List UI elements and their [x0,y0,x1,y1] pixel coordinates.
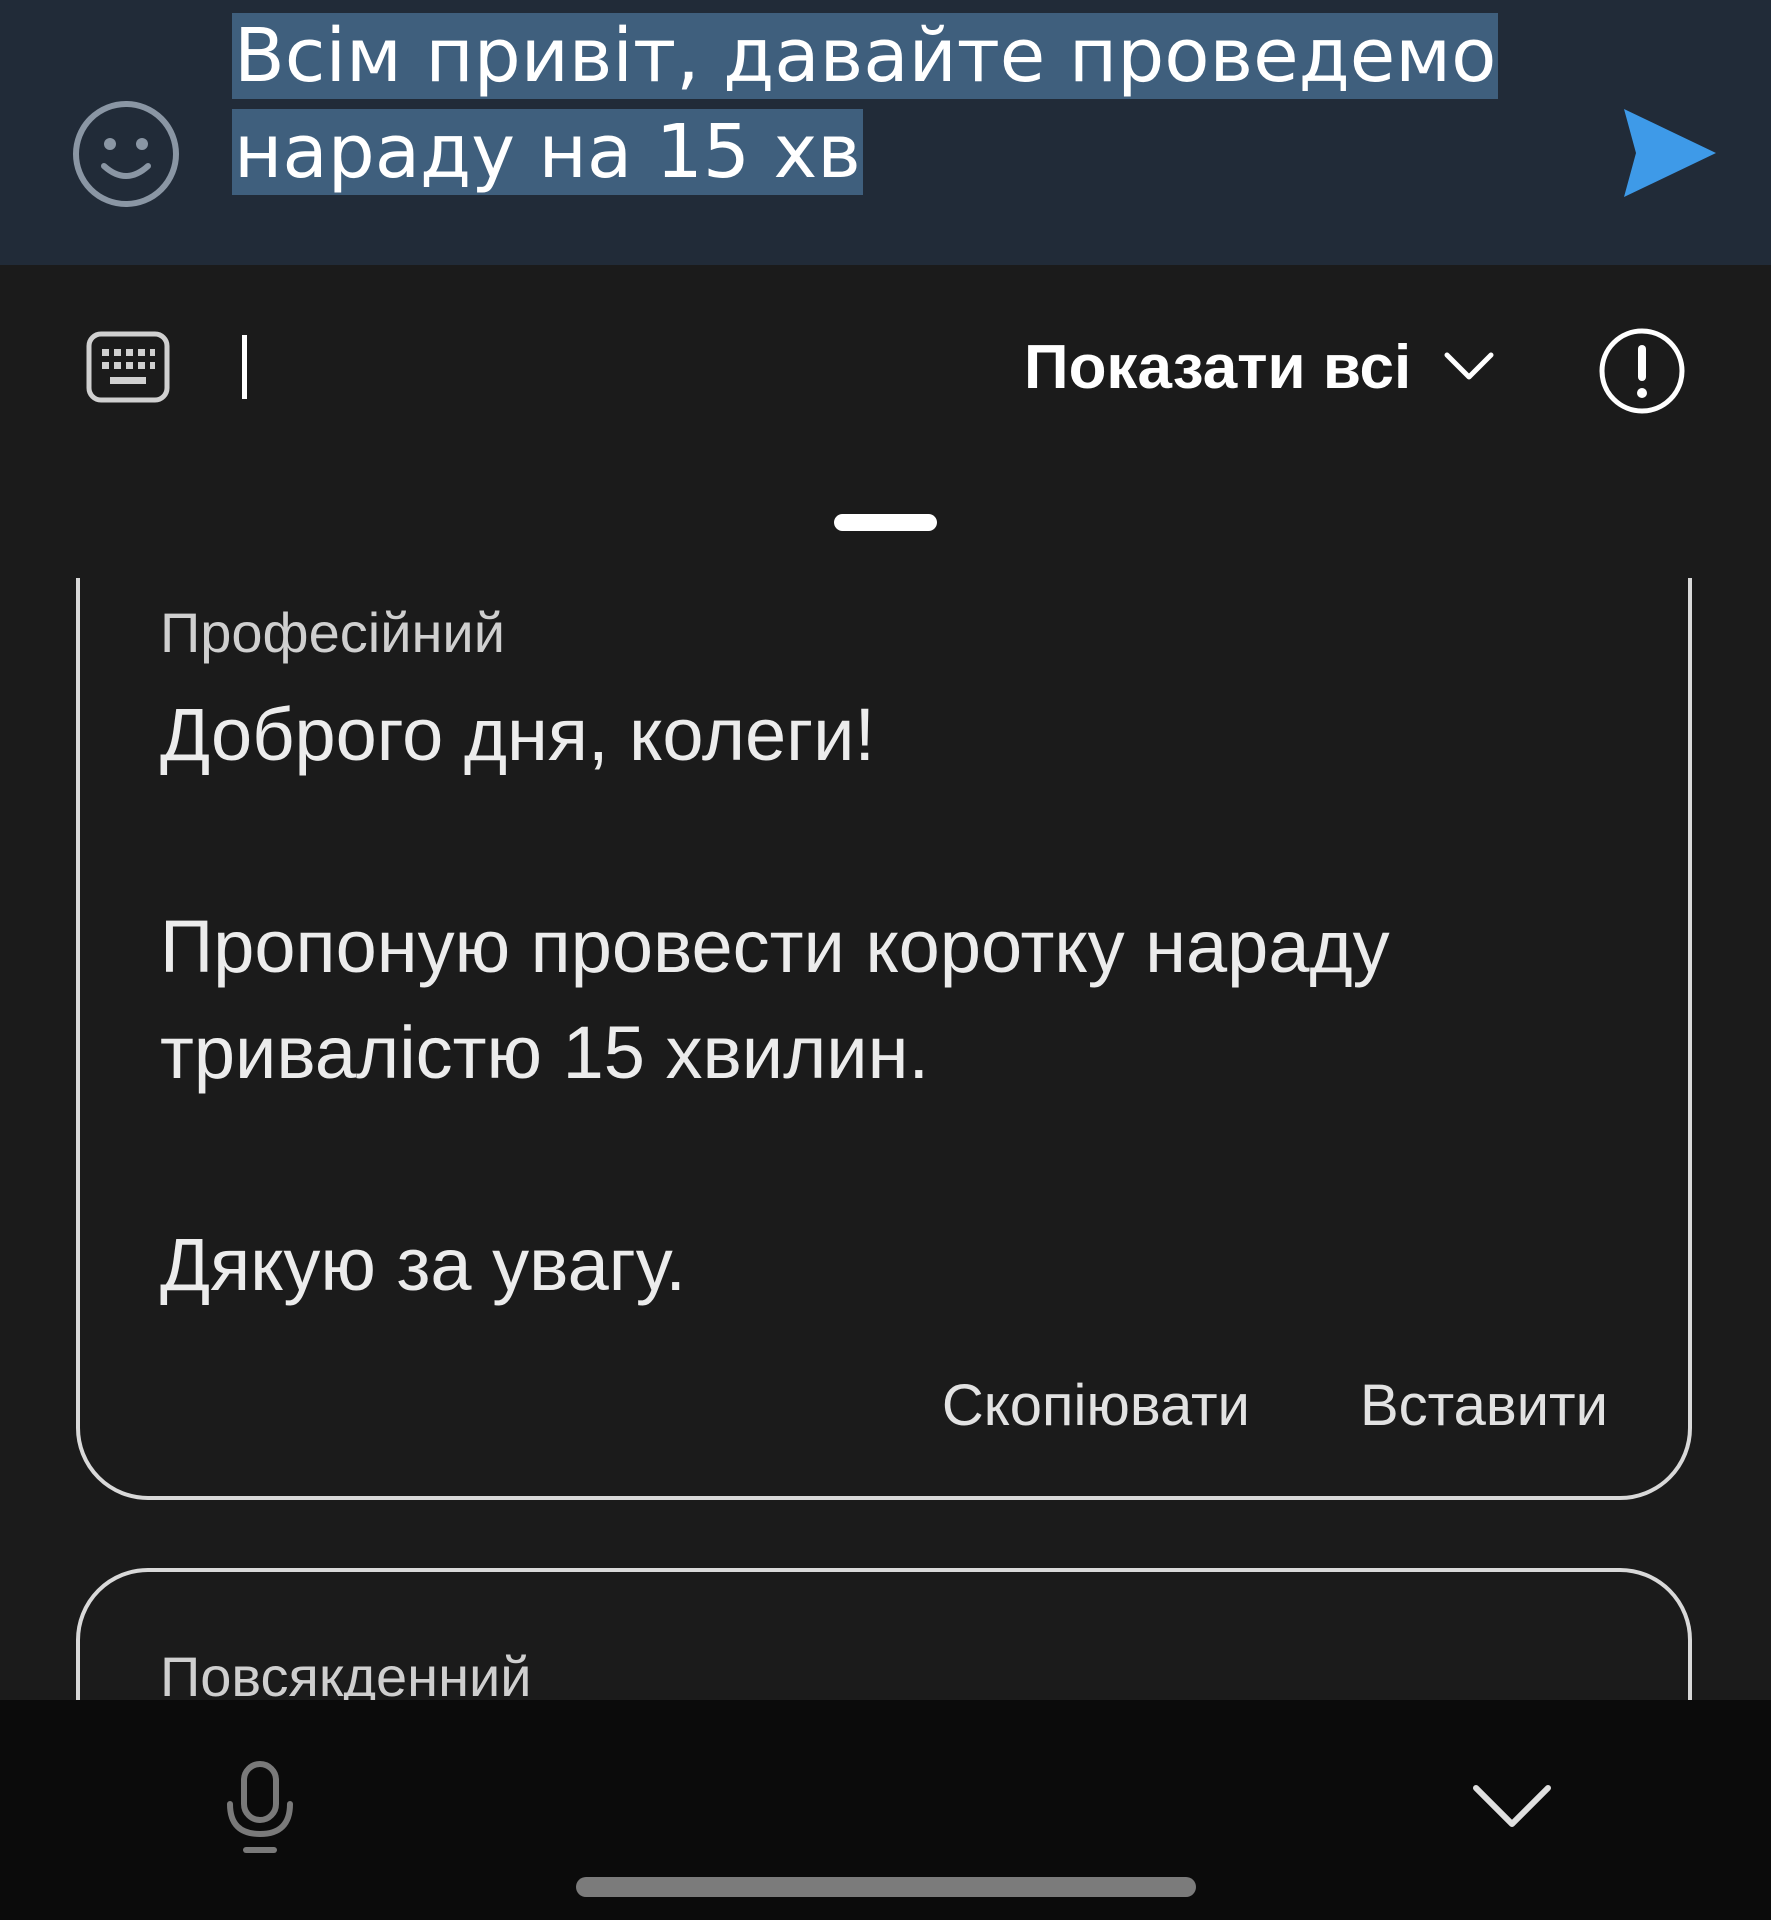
send-arrow-icon[interactable] [1620,105,1720,201]
smiley-face-icon[interactable] [70,98,182,210]
keyboard-icon[interactable] [86,331,170,403]
message-line-1: Всім привіт, давайте проведемо [232,13,1499,99]
keyboard-bottom-bar [0,1700,1771,1920]
microphone-icon[interactable] [222,1760,298,1856]
suggestion-line: Дякую за увагу. [160,1223,686,1306]
drag-handle[interactable] [834,514,937,531]
copy-button[interactable]: Скопіювати [942,1372,1250,1439]
card-actions: Скопіювати Вставити [942,1372,1608,1439]
exclamation-circle-icon[interactable] [1598,327,1686,415]
message-input[interactable]: Всім привіт, давайте проведемо нараду на… [232,8,1552,200]
tone-label: Професійний [160,601,505,664]
chevron-down-icon [1444,352,1494,380]
suggestions-list[interactable]: Професійний Доброго дня, колеги! Пропону… [0,578,1771,1700]
suggestion-card-professional[interactable]: Професійний Доброго дня, колеги! Пропону… [76,578,1692,1500]
home-indicator[interactable] [576,1877,1196,1897]
suggestion-line: Пропоную провести коротку нараду [160,905,1390,988]
message-compose-bar: Всім привіт, давайте проведемо нараду на… [0,0,1771,265]
writing-assist-toolbar: Показати всі [0,265,1771,531]
suggestion-card-casual[interactable]: Повсякденний [76,1568,1692,1700]
message-line-2: нараду на 15 хв [232,109,863,195]
text-caret [242,335,247,399]
insert-button[interactable]: Вставити [1360,1372,1608,1439]
chevron-down-icon[interactable] [1470,1780,1554,1832]
suggestion-line: тривалістю 15 хвилин. [160,1011,930,1094]
show-all-label: Показати всі [1024,332,1412,402]
tone-label: Повсякденний [160,1645,532,1700]
show-all-dropdown[interactable]: Показати всі [1024,327,1497,407]
suggestion-line: Доброго дня, колеги! [160,693,876,776]
suggestion-text: Доброго дня, колеги! Пропоную провести к… [160,682,1620,1318]
